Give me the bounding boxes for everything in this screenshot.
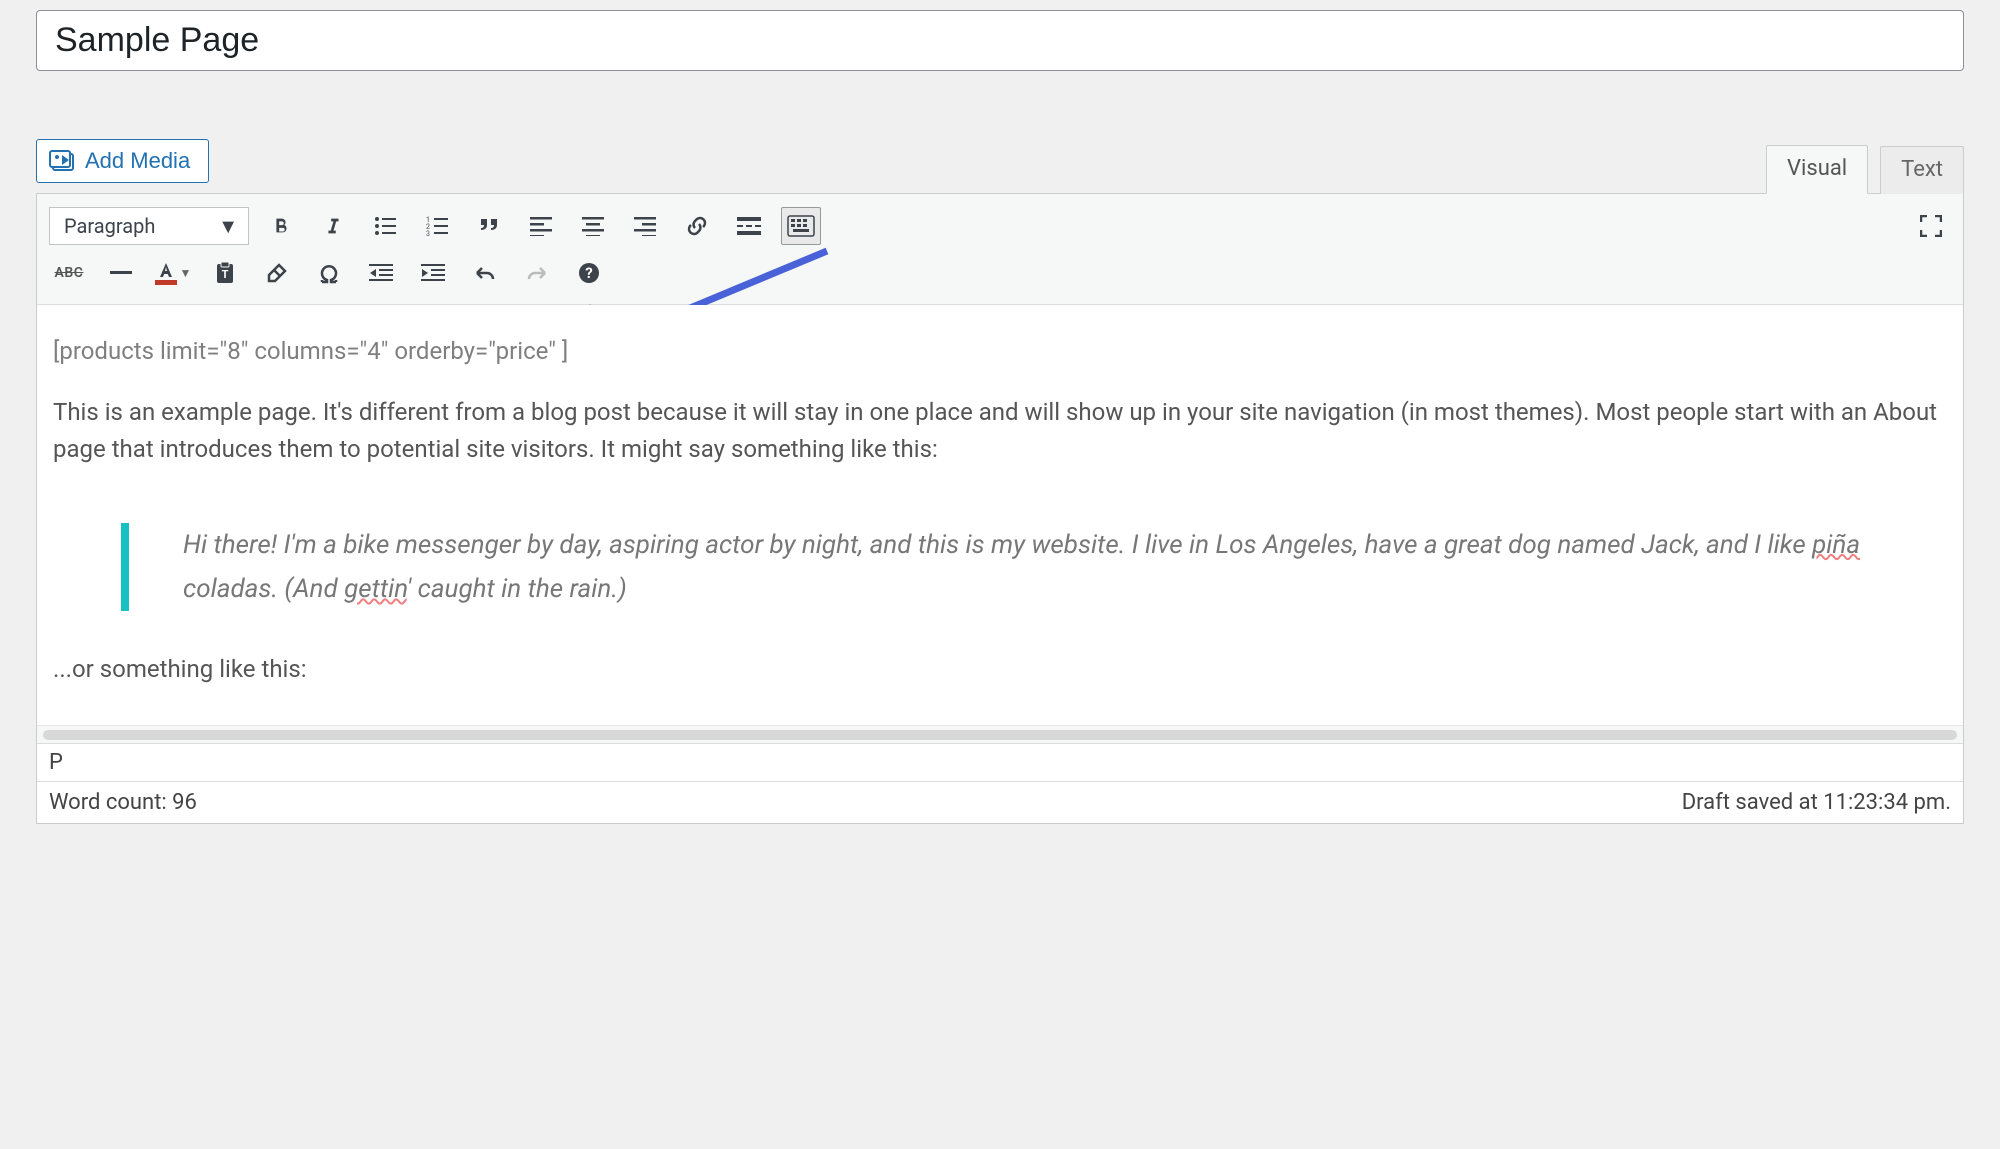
status-bar: Word count: 96 Draft saved at 11:23:34 p… xyxy=(37,781,1963,823)
svg-text:3: 3 xyxy=(426,230,430,237)
toolbar-toggle-button[interactable] xyxy=(781,207,821,245)
add-media-icon xyxy=(49,150,75,172)
blockquote-button[interactable] xyxy=(469,207,509,245)
indent-button[interactable] xyxy=(413,254,453,292)
paragraph-2: ...or something like this: xyxy=(53,651,1947,688)
numbered-list-button[interactable]: 123 xyxy=(417,207,457,245)
link-button[interactable] xyxy=(677,207,717,245)
toolbar: Paragraph ▼ 123 xyxy=(37,194,1963,305)
format-select[interactable]: Paragraph ▼ xyxy=(49,207,249,245)
editor-container: Paragraph ▼ 123 xyxy=(36,193,1964,824)
element-path[interactable]: P xyxy=(37,743,1963,781)
text-color-button[interactable]: ▼ xyxy=(153,254,193,292)
fullscreen-button[interactable] xyxy=(1911,206,1951,246)
add-media-label: Add Media xyxy=(85,148,190,174)
shortcode-text: [products limit="8" columns="4" orderby=… xyxy=(53,333,1947,370)
horizontal-scrollbar[interactable] xyxy=(37,725,1963,743)
autosave-status: Draft saved at 11:23:34 pm. xyxy=(1682,790,1951,815)
tab-visual[interactable]: Visual xyxy=(1766,145,1868,194)
word-count: Word count: 96 xyxy=(49,790,197,815)
chevron-down-icon: ▼ xyxy=(180,266,192,280)
format-select-label: Paragraph xyxy=(64,214,155,238)
svg-text:?: ? xyxy=(585,264,592,282)
special-character-button[interactable] xyxy=(309,254,349,292)
paste-text-button[interactable]: T xyxy=(205,254,245,292)
bullet-list-button[interactable] xyxy=(365,207,405,245)
hr-button[interactable] xyxy=(101,254,141,292)
undo-button[interactable] xyxy=(465,254,505,292)
spellcheck-word: piña xyxy=(1812,530,1860,560)
clear-formatting-button[interactable] xyxy=(257,254,297,292)
bold-button[interactable] xyxy=(261,207,301,245)
text-color-swatch xyxy=(155,280,177,285)
spellcheck-word: gettin xyxy=(344,574,407,604)
editor-mode-tabs: Visual Text xyxy=(1766,145,1964,194)
redo-button[interactable] xyxy=(517,254,557,292)
post-title-input[interactable] xyxy=(55,21,1945,60)
svg-text:T: T xyxy=(222,268,229,281)
blockquote: Hi there! I'm a bike messenger by day, a… xyxy=(121,523,1947,611)
editor-content[interactable]: [products limit="8" columns="4" orderby=… xyxy=(37,305,1963,725)
align-right-button[interactable] xyxy=(625,207,665,245)
outdent-button[interactable] xyxy=(361,254,401,292)
chevron-down-icon: ▼ xyxy=(218,214,238,239)
align-left-button[interactable] xyxy=(521,207,561,245)
title-container xyxy=(36,10,1964,71)
strikethrough-button[interactable]: ABC xyxy=(49,254,89,292)
add-media-button[interactable]: Add Media xyxy=(36,139,209,183)
help-button[interactable]: ? xyxy=(569,254,609,292)
italic-button[interactable] xyxy=(313,207,353,245)
tab-text[interactable]: Text xyxy=(1880,146,1964,194)
align-center-button[interactable] xyxy=(573,207,613,245)
paragraph-1: This is an example page. It's different … xyxy=(53,394,1947,468)
readmore-button[interactable] xyxy=(729,207,769,245)
